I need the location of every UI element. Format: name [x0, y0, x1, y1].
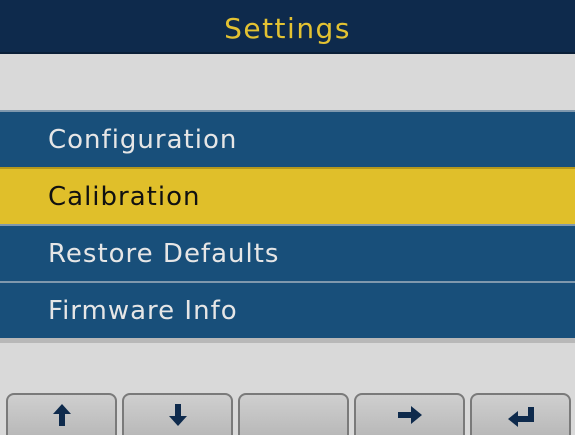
- softkey-up-button[interactable]: [6, 393, 117, 435]
- menu-item-restore-defaults[interactable]: Restore Defaults: [0, 224, 575, 281]
- title-bar: Settings: [0, 0, 575, 54]
- arrow-up-icon: [52, 404, 71, 426]
- menu-item-configuration[interactable]: Configuration: [0, 110, 575, 167]
- softkey-enter-button[interactable]: [470, 393, 571, 435]
- enter-return-icon: [507, 407, 534, 427]
- softkey-down-button[interactable]: [122, 393, 233, 435]
- top-spacer: [0, 54, 575, 110]
- menu-item-firmware-info[interactable]: Firmware Info: [0, 281, 575, 338]
- menu-item-label: Configuration: [48, 124, 238, 155]
- softkey-bar: [0, 393, 575, 435]
- arrow-down-icon: [168, 404, 187, 426]
- arrow-right-icon: [397, 406, 422, 424]
- softkey-blank-button[interactable]: [238, 393, 349, 435]
- softkey-right-button[interactable]: [354, 393, 465, 435]
- menu-item-label: Calibration: [48, 181, 201, 212]
- bottom-spacer: [0, 343, 575, 393]
- menu-item-label: Restore Defaults: [48, 238, 280, 269]
- device-screen: Settings Configuration Calibration Resto…: [0, 0, 575, 435]
- menu-item-calibration[interactable]: Calibration: [0, 167, 575, 224]
- menu-item-label: Firmware Info: [48, 295, 238, 326]
- page-title: Settings: [224, 11, 351, 45]
